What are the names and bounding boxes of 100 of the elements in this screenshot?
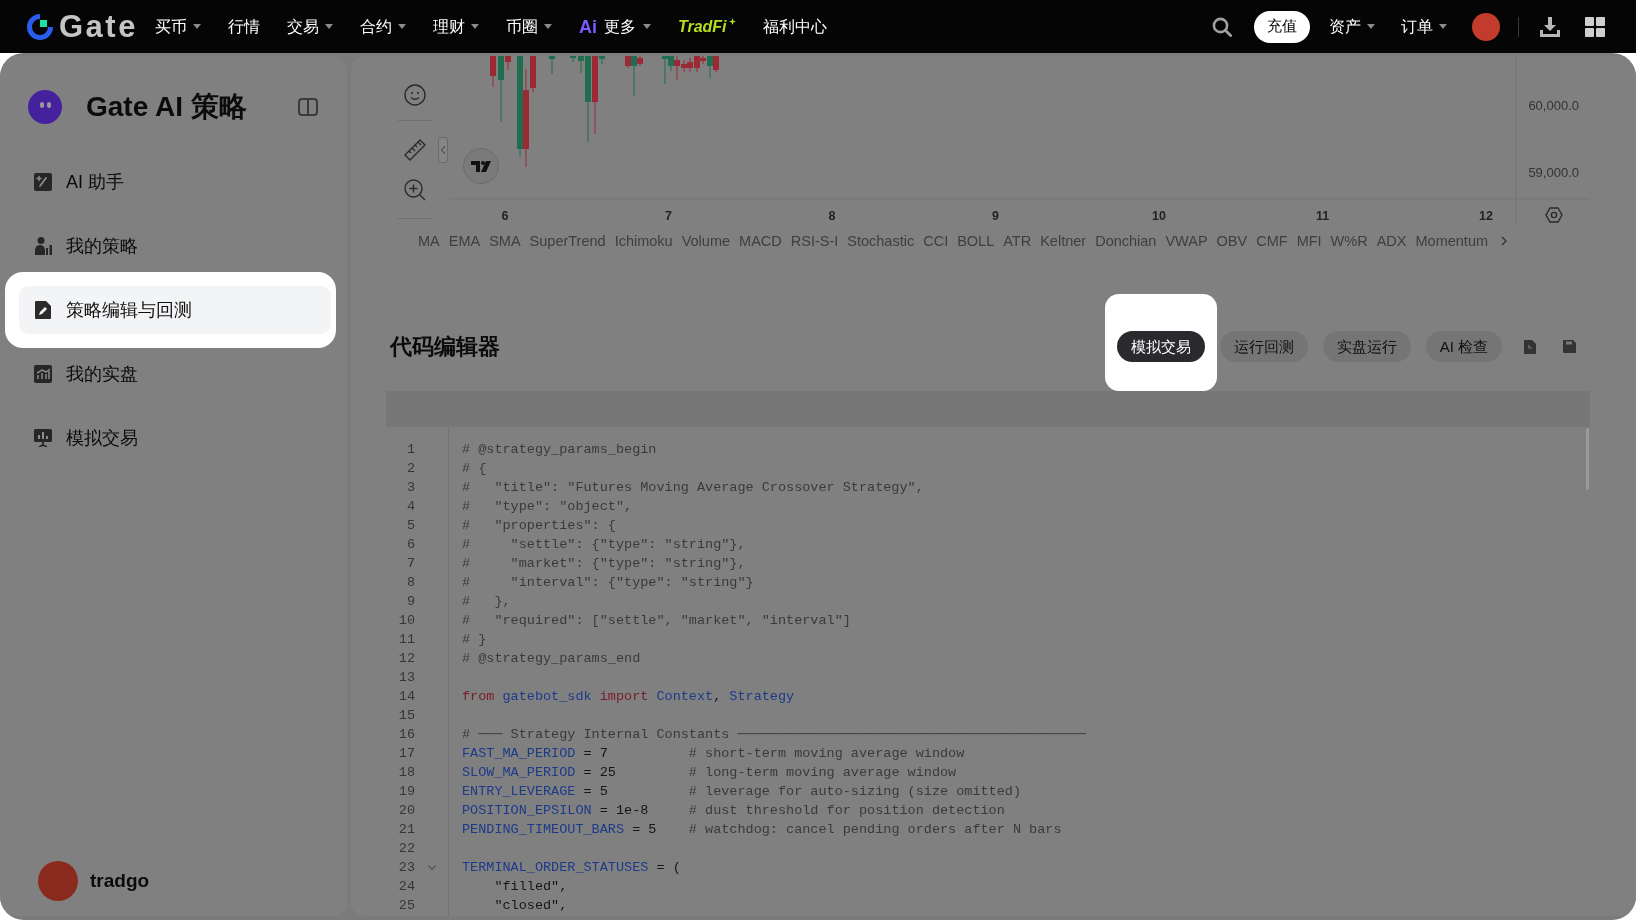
- collapse-toolbar-button[interactable]: [438, 137, 448, 163]
- indicator-tab[interactable]: BOLL: [957, 230, 995, 252]
- line-number: 7: [405, 555, 415, 573]
- time-label: 8: [828, 209, 836, 223]
- smiley-icon[interactable]: [404, 84, 426, 106]
- code-line: from gatebot_sdk import Context, Strategy: [461, 688, 795, 706]
- candlestick: [490, 56, 496, 88]
- user-avatar[interactable]: [38, 861, 78, 901]
- indicator-tab[interactable]: SuperTrend: [529, 230, 606, 252]
- time-label: 9: [992, 209, 999, 223]
- nav-menu-item[interactable]: 交易: [286, 15, 333, 38]
- line-number: 9: [405, 593, 415, 611]
- code-line: SLOW_MA_PERIOD = 25 # long-term moving average window: [461, 764, 957, 782]
- code-line: "filled",: [493, 878, 568, 896]
- code-line: POSITION_EPSILON = 1e-8 # dust threshold for position detection: [461, 802, 1005, 820]
- indicator-tab[interactable]: CCI: [923, 230, 949, 252]
- app-title: Gate AI 策略: [86, 90, 248, 124]
- download-icon[interactable]: [1540, 16, 1560, 37]
- indicator-tab[interactable]: SMA: [489, 230, 521, 252]
- zoom-in-icon[interactable]: [404, 179, 426, 201]
- indicator-tab[interactable]: VWAP: [1165, 230, 1208, 252]
- indicator-tab[interactable]: EMA: [448, 230, 481, 252]
- sidebar-toggle-icon[interactable]: [298, 98, 318, 116]
- indicator-tab[interactable]: ATR: [1003, 230, 1032, 252]
- price-label: 60,000.0: [1528, 97, 1579, 113]
- nav-menu-item[interactable]: 订单: [1401, 15, 1447, 38]
- nav-menu-item[interactable]: 行情: [227, 15, 260, 38]
- line-number: 6: [405, 536, 415, 554]
- sidebar-item[interactable]: 我的策略: [19, 222, 331, 270]
- candlestick: [570, 56, 576, 63]
- line-number: 4: [405, 498, 415, 516]
- user-avatar[interactable]: [1472, 12, 1500, 41]
- sidebar-item[interactable]: 我的实盘: [19, 350, 331, 398]
- line-number: 15: [397, 707, 415, 725]
- logo-icon[interactable]: [27, 13, 53, 40]
- indicator-tab[interactable]: Keltner: [1040, 230, 1087, 252]
- code-line: # "interval": {"type": "string"}: [461, 574, 754, 592]
- indicator-tab[interactable]: CMF: [1256, 230, 1288, 252]
- code-line: PENDING_TIMEOUT_BARS = 5 # watchdog: cancel pending orders after N bars: [461, 821, 1062, 839]
- user-name[interactable]: tradgo: [90, 870, 150, 892]
- document-icon[interactable]: [1524, 339, 1536, 354]
- sidebar-item[interactable]: 模拟交易: [19, 414, 331, 462]
- settings-icon[interactable]: [1545, 207, 1563, 223]
- nav-menu-item[interactable]: 资产: [1329, 15, 1375, 38]
- grid-icon[interactable]: [1585, 16, 1605, 37]
- indicator-tab[interactable]: Momentum: [1415, 230, 1489, 252]
- nav-menu-item[interactable]: 买币: [154, 15, 201, 38]
- time-label: 11: [1315, 209, 1330, 223]
- action-button[interactable]: AI 检查: [1425, 331, 1502, 362]
- code-line: # "title": "Futures Moving Average Crossover Strategy",: [461, 479, 924, 497]
- line-number: 3: [405, 479, 415, 497]
- nav-menu-item[interactable]: Ai 更多: [578, 15, 651, 38]
- line-number: 19: [397, 783, 415, 801]
- sparkle-icon: [728, 17, 736, 25]
- indicator-tab[interactable]: Stochastic: [847, 230, 915, 252]
- document-pen-icon: [34, 301, 52, 319]
- code-line: # "required": ["settle", "market", "interval"]: [461, 612, 851, 630]
- indicator-tab[interactable]: Donchian: [1095, 230, 1157, 252]
- indicator-tab[interactable]: Ichimoku: [614, 230, 673, 252]
- chevron-right-icon[interactable]: [1501, 236, 1508, 246]
- action-button[interactable]: 实盘运行: [1322, 331, 1411, 362]
- nav-menu-item[interactable]: 理财: [432, 15, 479, 38]
- time-label: 12: [1479, 209, 1493, 223]
- price-label: 59,000.0: [1528, 164, 1579, 180]
- save-icon[interactable]: [1563, 340, 1576, 353]
- nav-menu-item[interactable]: 币圈: [505, 15, 552, 38]
- action-button[interactable]: 运行回测: [1219, 331, 1308, 362]
- code-line: # ─── Strategy Internal Constants ───────────────────────────────────────────: [461, 726, 1086, 744]
- indicator-tab[interactable]: RSI-S-I: [790, 230, 839, 252]
- indicator-tab[interactable]: ADX: [1376, 230, 1407, 252]
- line-number: 1: [405, 441, 415, 459]
- line-number: 18: [397, 764, 415, 782]
- code-line: FAST_MA_PERIOD = 7 # short-term moving average window: [461, 745, 965, 763]
- indicator-tab[interactable]: MACD: [739, 230, 782, 252]
- section-title: 代码编辑器: [390, 332, 500, 361]
- sidebar-item[interactable]: AI 助手: [19, 158, 331, 206]
- nav-menu-item[interactable]: 合约: [359, 15, 406, 38]
- nav-menu-item[interactable]: TradFi: [677, 15, 736, 38]
- code-line: ENTRY_LEVERAGE = 5 # leverage for auto-sizing (size omitted): [461, 783, 1021, 801]
- ruler-icon[interactable]: [404, 139, 426, 161]
- line-number: 8: [405, 574, 415, 592]
- action-button[interactable]: 模拟交易: [1116, 331, 1205, 362]
- indicator-tab[interactable]: OBV: [1216, 230, 1248, 252]
- indicator-tab[interactable]: W%R: [1330, 230, 1368, 252]
- line-number: 13: [397, 669, 415, 687]
- logo-text[interactable]: Gate: [59, 9, 138, 44]
- line-number: 16: [397, 726, 415, 744]
- line-number: 25: [397, 897, 415, 915]
- indicator-tab[interactable]: MFI: [1296, 230, 1322, 252]
- sidebar-item[interactable]: 策略编辑与回测: [19, 286, 331, 334]
- time-label: 10: [1152, 209, 1166, 223]
- deposit-button[interactable]: 充值: [1254, 10, 1310, 43]
- chevron-down-icon[interactable]: [428, 865, 436, 870]
- chart-logo-icon[interactable]: [463, 148, 499, 184]
- line-number: 22: [397, 840, 415, 858]
- indicator-tab[interactable]: Volume: [681, 230, 731, 252]
- line-number: 23: [397, 859, 415, 877]
- nav-menu-item[interactable]: 福利中心: [762, 15, 827, 38]
- search-icon[interactable]: [1212, 16, 1232, 37]
- indicator-tab[interactable]: MA: [418, 230, 440, 252]
